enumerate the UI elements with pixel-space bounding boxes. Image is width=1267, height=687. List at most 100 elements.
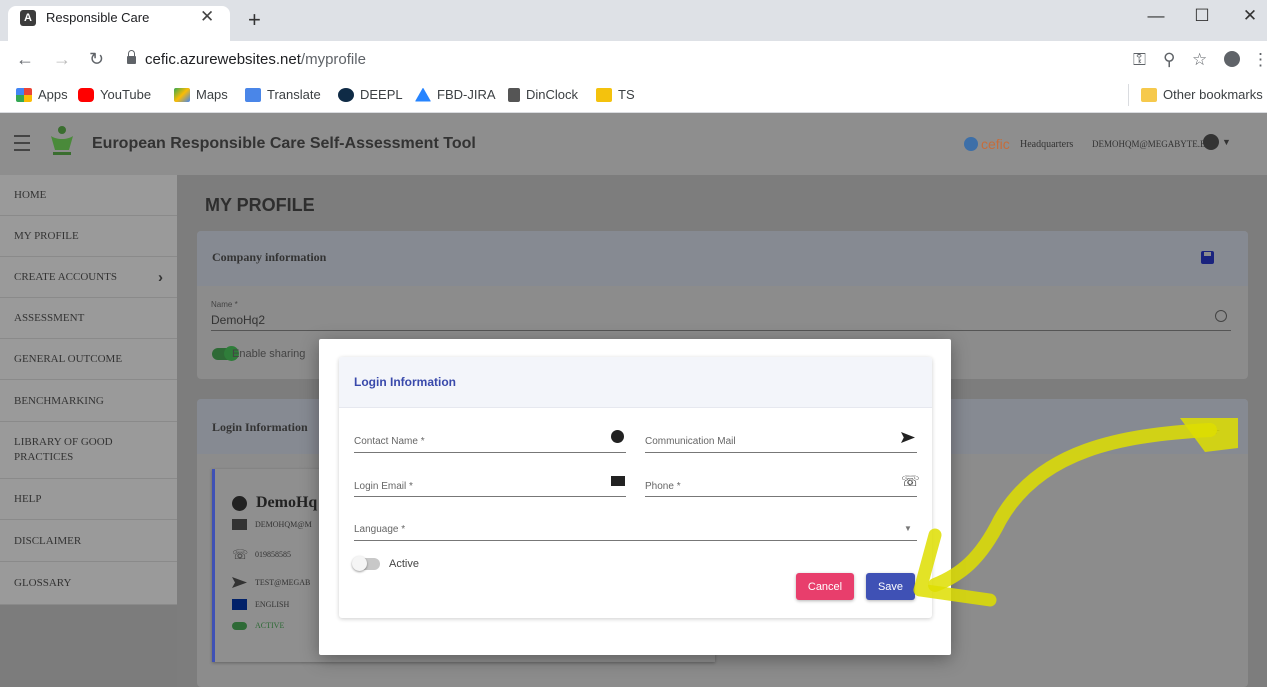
bookmarks-divider	[1128, 84, 1129, 106]
dinclock-icon	[508, 87, 520, 102]
account-circle-icon	[611, 430, 624, 443]
jira-icon	[415, 87, 431, 102]
deepl-icon	[338, 87, 354, 102]
save-button[interactable]: Save	[866, 573, 915, 600]
cefic-logo-icon	[964, 137, 978, 151]
caret-down-icon[interactable]: ▼	[1222, 137, 1231, 147]
user-card-name: DemoHq	[256, 494, 318, 511]
bookmark-youtube[interactable]: YouTube	[78, 87, 151, 102]
login-email-underline	[354, 496, 626, 497]
sidebar-item-help[interactable]: HELP	[0, 479, 177, 520]
more-menu-icon[interactable]: ⋮	[1252, 50, 1267, 70]
maps-icon	[174, 87, 190, 102]
save-disk-icon[interactable]	[1201, 251, 1214, 264]
language-select[interactable]: Language *	[354, 524, 405, 535]
hamburger-menu-icon[interactable]	[14, 135, 30, 151]
url-path: /myprofile	[300, 51, 366, 68]
window-close-icon[interactable]: ✕	[1230, 6, 1267, 26]
browser-tab-title: Responsible Care	[46, 10, 150, 25]
organisation-label: Headquarters	[1020, 139, 1074, 150]
bookmark-maps[interactable]: Maps	[174, 87, 228, 102]
bookmark-ts[interactable]: TS	[596, 87, 635, 102]
sidebar-filler	[0, 605, 177, 687]
bookmark-fbd-jira[interactable]: FBD-JIRA	[415, 87, 496, 102]
bookmark-apps[interactable]: Apps	[16, 87, 68, 102]
bookmark-translate[interactable]: Translate	[245, 87, 321, 102]
contact-name-field[interactable]: Contact Name *	[354, 436, 425, 447]
active-label: Active	[389, 558, 419, 570]
toggle-on-icon	[232, 621, 247, 630]
address-bar[interactable]: cefic.azurewebsites.net/myprofile	[145, 51, 366, 68]
bookmark-deepl[interactable]: DEEPL	[338, 87, 403, 102]
user-card-status-row: ACTIVE	[232, 621, 284, 630]
tab-close-icon[interactable]: ✕	[200, 7, 214, 27]
communication-mail-underline	[645, 452, 917, 453]
sidebar-item-create-accounts[interactable]: CREATE ACCOUNTS ›	[0, 257, 177, 298]
sidebar-item-glossary[interactable]: GLOSSARY	[0, 562, 177, 605]
minimize-icon[interactable]: —	[1136, 6, 1176, 26]
user-card-phone-row: ☏ 019858585	[232, 547, 291, 562]
user-email: DEMOHQM@MEGABYTE.BE	[1092, 139, 1212, 149]
chevron-right-icon: ›	[158, 268, 163, 286]
bookmark-dinclock[interactable]: DinClock	[508, 87, 578, 102]
user-card-email-row: DEMOHQM@M	[232, 519, 312, 530]
other-bookmarks[interactable]: Other bookmarks	[1141, 87, 1263, 102]
lock-icon	[127, 50, 136, 64]
maximize-icon[interactable]: ☐	[1182, 6, 1222, 26]
sidebar-item-benchmarking[interactable]: BENCHMARKING	[0, 380, 177, 422]
translate-icon	[245, 87, 261, 102]
ts-icon	[596, 87, 612, 102]
dialog-title: Login Information	[354, 375, 456, 389]
active-toggle[interactable]	[352, 556, 380, 571]
language-underline	[354, 540, 917, 541]
cancel-button[interactable]: Cancel	[796, 573, 854, 600]
add-login-button[interactable]: +	[1192, 414, 1240, 446]
company-icon	[1215, 310, 1227, 322]
dropdown-arrow-icon[interactable]: ▼	[904, 524, 912, 533]
send-icon	[232, 577, 247, 588]
name-field-label: Name *	[211, 300, 238, 309]
phone-underline	[645, 496, 917, 497]
profile-icon[interactable]	[1224, 51, 1240, 67]
star-icon[interactable]: ☆	[1192, 50, 1207, 70]
cefic-logo: cefic	[964, 136, 1010, 152]
sidebar-item-disclaimer[interactable]: DISCLAIMER	[0, 520, 177, 562]
folder-icon	[1141, 87, 1157, 102]
login-email-field[interactable]: Login Email *	[354, 481, 413, 492]
reload-icon[interactable]: ↻	[89, 49, 104, 70]
uk-flag-icon	[232, 599, 247, 610]
sidebar: HOME MY PROFILE CREATE ACCOUNTS › ASSESSM…	[0, 175, 177, 605]
responsible-care-logo-icon	[51, 126, 73, 155]
sidebar-item-general-outcome[interactable]: GENERAL OUTCOME	[0, 339, 177, 380]
account-circle-icon[interactable]	[1203, 134, 1219, 150]
envelope-icon	[232, 519, 247, 530]
name-field-value[interactable]: DemoHq2	[211, 313, 265, 327]
sidebar-item-my-profile[interactable]: MY PROFILE	[0, 216, 177, 257]
communication-mail-field[interactable]: Communication Mail	[645, 436, 736, 447]
sidebar-item-home[interactable]: HOME	[0, 175, 177, 216]
envelope-icon	[611, 476, 625, 486]
sharing-label: Enable sharing	[232, 348, 306, 360]
back-arrow-icon[interactable]: ←	[16, 49, 34, 70]
login-card-title: Login Information	[212, 420, 308, 434]
page-title: MY PROFILE	[205, 195, 315, 215]
forward-arrow-icon[interactable]: →	[53, 49, 71, 70]
youtube-icon	[78, 87, 94, 102]
name-field-underline	[211, 330, 1231, 331]
key-icon[interactable]: ⚿	[1133, 50, 1146, 70]
url-domain: cefic.azurewebsites.net	[145, 51, 301, 68]
user-card-language-row: ENGLISH	[232, 599, 289, 610]
phone-field[interactable]: Phone *	[645, 481, 681, 492]
new-tab-icon[interactable]: +	[248, 9, 261, 31]
user-card-communication-row: TEST@MEGAB	[232, 577, 310, 588]
company-card-title: Company information	[212, 250, 327, 264]
person-icon	[232, 496, 247, 511]
sidebar-item-library[interactable]: LIBRARY OF GOOD PRACTICES	[0, 422, 177, 479]
apps-grid-icon	[16, 87, 32, 102]
sidebar-item-assessment[interactable]: ASSESSMENT	[0, 298, 177, 339]
angular-favicon-icon: A	[20, 10, 36, 26]
zoom-icon[interactable]: ⚲	[1163, 50, 1175, 70]
phone-icon: ☏	[232, 547, 249, 562]
contact-name-underline	[354, 452, 626, 453]
company-card-header	[197, 231, 1248, 286]
